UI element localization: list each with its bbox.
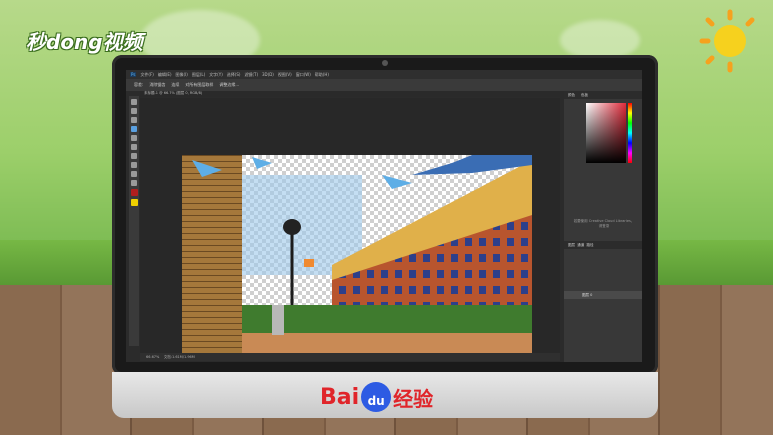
- baidu-text: Bai: [320, 384, 360, 410]
- menu-item-layer[interactable]: 图层(L): [192, 72, 205, 78]
- eyedropper-tool-icon[interactable]: [131, 144, 137, 150]
- baidu-paw-icon: du: [361, 382, 392, 412]
- menu-item-filter[interactable]: 滤镜(T): [244, 72, 258, 78]
- webcam: [382, 60, 388, 66]
- magic-wand-tool-icon[interactable]: [131, 126, 137, 132]
- sample-all-layers-checkbox[interactable]: 对所有图层取样: [185, 82, 213, 88]
- document-size: 文档:1.61M/1.96M: [163, 355, 195, 359]
- menu-item-help[interactable]: 帮助(H): [315, 72, 329, 78]
- menu-item-edit[interactable]: 编辑(E): [158, 72, 172, 78]
- menu-item-select[interactable]: 选择(S): [227, 72, 241, 78]
- menu-item-window[interactable]: 窗口(W): [296, 72, 311, 78]
- menu-item-view[interactable]: 视图(V): [278, 72, 292, 78]
- tab-layers[interactable]: 图层: [568, 243, 575, 247]
- cc-libraries-message: 若要使用 Creative Cloud Libraries，请登录: [573, 219, 635, 228]
- building-photo: [182, 155, 532, 353]
- tolerance-label: 容差:: [134, 82, 144, 87]
- eraser-tool-icon[interactable]: [131, 162, 137, 168]
- sun-icon: [699, 9, 755, 73]
- text-tool-icon[interactable]: [131, 171, 137, 177]
- brush-tool-icon[interactable]: [131, 153, 137, 159]
- layer-name: 图层 0: [582, 293, 593, 297]
- layers-panel-tabs: 图层 通道 路径: [564, 241, 642, 249]
- menu-item-image[interactable]: 图像(I): [176, 72, 188, 78]
- toolbox: [129, 96, 139, 346]
- background-color-swatch[interactable]: [131, 199, 138, 206]
- layer-row[interactable]: 图层 0: [564, 291, 642, 299]
- photoshop-window: Ps 文件(F) 编辑(E) 图像(I) 图层(L) 文字(Y) 选择(S) 滤…: [126, 70, 642, 362]
- document-tab[interactable]: 未标题-1 @ 66.7% (图层 0, RGB/8): [140, 91, 560, 97]
- color-panel-tabs: 颜色 色板: [564, 91, 642, 99]
- background-bokeh: [560, 20, 640, 60]
- hue-slider[interactable]: [628, 103, 632, 163]
- move-tool-icon[interactable]: [131, 99, 137, 105]
- refine-edge-button[interactable]: 调整边缘...: [219, 82, 239, 88]
- menu-item-type[interactable]: 文字(Y): [209, 72, 223, 78]
- hand-tool-icon[interactable]: [131, 180, 137, 186]
- zoom-level[interactable]: 66.67%: [146, 355, 159, 359]
- menu-bar: Ps 文件(F) 编辑(E) 图像(I) 图层(L) 文字(Y) 选择(S) 滤…: [126, 70, 642, 79]
- brand-logo: 秒dong视频: [26, 30, 143, 54]
- options-bar: 容差: 消除锯齿 连续 对所有图层取样 调整边缘...: [126, 79, 642, 91]
- baidu-jingyan-logo: Bai du 经验: [320, 380, 433, 414]
- canvas-area[interactable]: [140, 98, 560, 353]
- document-image[interactable]: [182, 155, 532, 353]
- status-bar: 66.67% 文档:1.61M/1.96M: [140, 353, 560, 361]
- marquee-tool-icon[interactable]: [131, 108, 137, 114]
- ps-logo-icon: Ps: [130, 72, 137, 77]
- contiguous-checkbox[interactable]: 连续: [171, 82, 179, 88]
- tab-channels[interactable]: 通道: [577, 243, 584, 247]
- lasso-tool-icon[interactable]: [131, 117, 137, 123]
- foreground-color-swatch[interactable]: [131, 189, 138, 196]
- tab-color[interactable]: 颜色: [568, 91, 575, 99]
- antialias-checkbox[interactable]: 消除锯齿: [149, 82, 165, 88]
- color-picker-field[interactable]: [586, 103, 626, 163]
- menu-item-file[interactable]: 文件(F): [140, 72, 153, 78]
- jingyan-text: 经验: [393, 386, 434, 411]
- menu-item-3d[interactable]: 3D(D): [262, 72, 274, 77]
- tab-paths[interactable]: 路径: [586, 243, 593, 247]
- tab-swatches[interactable]: 色板: [581, 91, 588, 99]
- crop-tool-icon[interactable]: [131, 135, 137, 141]
- right-panels: 颜色 色板 若要使用 Creative Cloud Libraries，请登录 …: [564, 91, 642, 362]
